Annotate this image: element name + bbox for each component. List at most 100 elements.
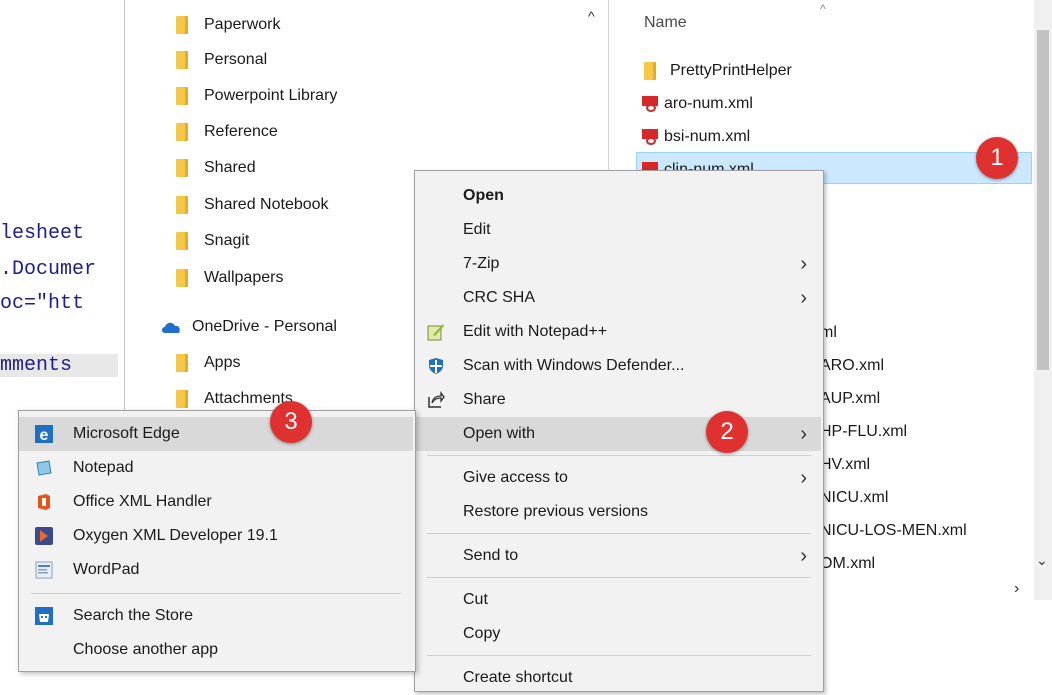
nav-folder-shared-notebook[interactable]: Shared Notebook (176, 190, 329, 220)
file-row-partial[interactable]: ARO.xml (820, 351, 884, 381)
folder-icon (176, 16, 188, 34)
file-row[interactable]: aro-num.xml (642, 89, 753, 119)
file-row-partial[interactable]: NICU.xml (820, 483, 888, 513)
menu-item-share[interactable]: Share (415, 383, 821, 417)
file-row[interactable]: bsi-num.xml (642, 122, 750, 152)
nav-folder-snagit[interactable]: Snagit (176, 226, 249, 256)
app-wordpad[interactable]: WordPad (19, 553, 413, 587)
nav-folder-paperwork[interactable]: Paperwork (176, 10, 280, 40)
file-name: PrettyPrintHelper (670, 62, 792, 79)
annotation-badge-2: 2 (706, 411, 748, 453)
folder-icon (176, 196, 188, 214)
nav-onedrive-personal[interactable]: OneDrive - Personal (160, 312, 337, 342)
menu-item-label: Send to (463, 547, 519, 564)
menu-item-label: Edit with Notepad++ (463, 323, 608, 340)
nav-folder-powerpoint-library[interactable]: Powerpoint Library (176, 81, 337, 111)
nav-folder-apps[interactable]: Apps (176, 348, 240, 378)
menu-item-scan-defender[interactable]: Scan with Windows Defender... (415, 349, 821, 383)
nav-folder-shared[interactable]: Shared (176, 153, 256, 183)
sort-caret-icon: ^ (820, 2, 826, 16)
menu-item-crc-sha[interactable]: CRC SHA › (415, 281, 821, 315)
menu-item-label: Open with (463, 425, 536, 442)
menu-item-7zip[interactable]: 7-Zip › (415, 247, 821, 281)
app-office-xml-handler[interactable]: Office XML Handler (19, 485, 413, 519)
column-header-name[interactable]: Name (644, 14, 687, 32)
file-row-partial[interactable]: OM.xml (820, 549, 875, 579)
app-label: Office XML Handler (73, 493, 212, 510)
menu-item-label: Share (463, 391, 506, 408)
file-folder-prettyprinthelper[interactable]: PrettyPrintHelper (644, 56, 792, 86)
nav-folder-label: Shared Notebook (204, 196, 329, 213)
onedrive-cloud-icon (162, 322, 180, 333)
nav-folder-label: Personal (204, 51, 268, 68)
store-icon (35, 607, 53, 625)
submenu-arrow-icon: › (800, 287, 807, 309)
menu-item-restore-versions[interactable]: Restore previous versions (415, 495, 821, 529)
folder-icon (176, 123, 188, 141)
store-label: Search the Store (73, 607, 194, 624)
nav-folder-label: Paperwork (204, 16, 281, 33)
app-label: WordPad (73, 561, 140, 578)
folder-icon (644, 62, 656, 80)
nav-folder-label: Snagit (204, 232, 250, 249)
code-text: oc="htt (0, 292, 85, 315)
menu-item-label: Give access to (463, 469, 568, 486)
wordpad-icon (35, 561, 53, 579)
file-name: bsi-num.xml (664, 128, 751, 145)
onedrive-label: OneDrive - Personal (192, 318, 337, 335)
menu-separator (427, 577, 811, 578)
xml-file-icon (642, 129, 658, 145)
submenu-arrow-icon: › (800, 545, 807, 567)
search-the-store[interactable]: Search the Store (19, 599, 413, 633)
menu-item-create-shortcut[interactable]: Create shortcut (415, 661, 821, 695)
folder-icon (176, 232, 188, 250)
submenu-arrow-icon: › (800, 253, 807, 275)
app-notepad[interactable]: Notepad (19, 451, 413, 485)
nav-folder-wallpapers[interactable]: Wallpapers (176, 263, 283, 293)
menu-item-edit[interactable]: Edit (415, 213, 821, 247)
menu-item-cut[interactable]: Cut (415, 583, 821, 617)
code-line: lesheet (0, 222, 85, 245)
menu-item-open[interactable]: Open (415, 179, 821, 213)
file-row-partial[interactable]: NICU-LOS-MEN.xml (820, 516, 967, 546)
file-row-partial[interactable]: AUP.xml (820, 384, 880, 414)
xml-file-icon (642, 96, 658, 112)
oxygen-icon (35, 527, 53, 545)
choose-another-app[interactable]: Choose another app (19, 633, 413, 667)
windows-defender-icon (429, 358, 443, 374)
nav-folder-label: Powerpoint Library (204, 87, 338, 104)
nav-folder-label: Shared (204, 159, 256, 176)
code-line: oc="htt (0, 292, 84, 315)
scrollbar-thumb[interactable] (1037, 30, 1049, 370)
menu-item-label: Scan with Windows Defender... (463, 357, 685, 374)
menu-item-give-access[interactable]: Give access to › (415, 461, 821, 495)
app-oxygen-xml[interactable]: Oxygen XML Developer 19.1 (19, 519, 413, 553)
scroll-right-arrow[interactable]: › (1014, 580, 1019, 598)
menu-item-label: CRC SHA (463, 289, 536, 306)
nav-scroll-up-arrow[interactable]: ^ (588, 8, 595, 24)
app-label: Microsoft Edge (73, 425, 180, 442)
scroll-down-arrow[interactable]: ⌄ (1036, 552, 1048, 569)
file-row-partial[interactable]: HV.xml (820, 450, 870, 480)
notepad-icon (36, 460, 52, 476)
nav-folder-label: Wallpapers (204, 269, 284, 286)
folder-icon (176, 51, 188, 69)
submenu-arrow-icon: › (800, 467, 807, 489)
menu-item-open-with[interactable]: Open with › (415, 417, 821, 451)
edge-icon: e (35, 425, 53, 443)
menu-separator (427, 455, 811, 456)
menu-separator (427, 533, 811, 534)
menu-separator (427, 655, 811, 656)
menu-item-edit-notepadpp[interactable]: Edit with Notepad++ (415, 315, 821, 349)
menu-item-copy[interactable]: Copy (415, 617, 821, 651)
file-row-partial[interactable]: HP-FLU.xml (820, 417, 907, 447)
svg-text:e: e (40, 427, 49, 443)
nav-folder-reference[interactable]: Reference (176, 117, 278, 147)
nav-folder-label: Apps (204, 354, 241, 371)
folder-icon (176, 87, 188, 105)
code-line: .Documer (0, 258, 97, 281)
nav-folder-personal[interactable]: Personal (176, 45, 267, 75)
menu-item-send-to[interactable]: Send to › (415, 539, 821, 573)
app-microsoft-edge[interactable]: e Microsoft Edge (19, 417, 413, 451)
annotation-badge-1: 1 (976, 137, 1018, 179)
